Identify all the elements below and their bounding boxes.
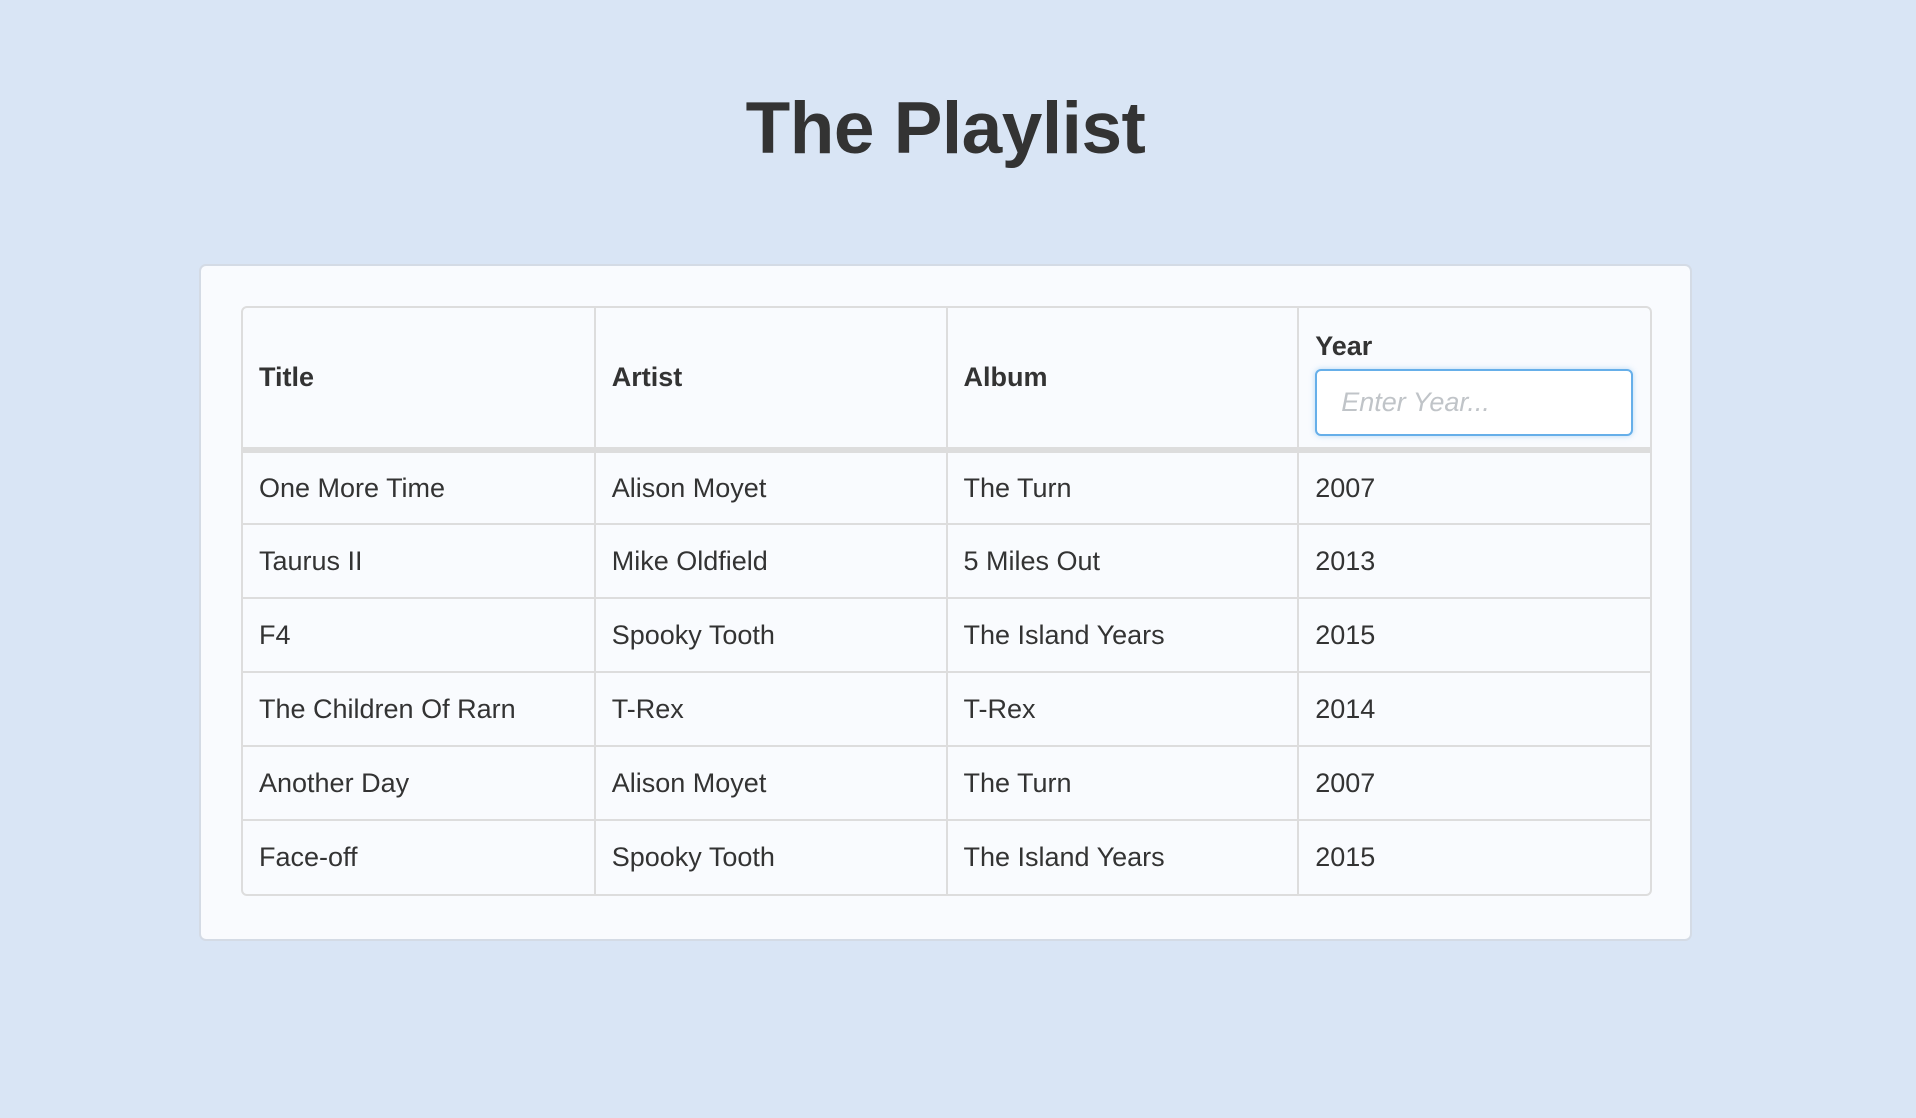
cell-artist: Spooky Tooth bbox=[594, 597, 948, 672]
column-header-year: Year bbox=[1315, 331, 1373, 361]
header-row: Title Artist Album Year bbox=[243, 308, 1650, 453]
cell-artist: Mike Oldfield bbox=[594, 523, 948, 598]
table-header: Title Artist Album Year bbox=[243, 308, 1650, 453]
table-body: One More Time Alison Moyet The Turn 2007… bbox=[243, 450, 1650, 894]
year-filter-input[interactable] bbox=[1315, 369, 1634, 436]
playlist-table-container: Title Artist Album Year One More Time Al… bbox=[241, 306, 1652, 896]
cell-year: 2013 bbox=[1298, 523, 1650, 598]
cell-year: 2014 bbox=[1298, 671, 1650, 746]
column-header-title: Title bbox=[243, 308, 596, 453]
cell-artist: Spooky Tooth bbox=[594, 819, 948, 894]
cell-title: Taurus II bbox=[243, 523, 596, 598]
cell-album: 5 Miles Out bbox=[946, 523, 1300, 598]
cell-year: 2015 bbox=[1298, 597, 1650, 672]
cell-album: T-Rex bbox=[946, 671, 1300, 746]
cell-title: The Children Of Rarn bbox=[243, 671, 596, 746]
table-row: Face-off Spooky Tooth The Island Years 2… bbox=[243, 819, 1650, 894]
playlist-table: Title Artist Album Year One More Time Al… bbox=[243, 308, 1650, 894]
cell-year: 2007 bbox=[1315, 472, 1376, 503]
column-header-album: Album bbox=[946, 308, 1300, 453]
cell-artist: Alison Moyet bbox=[594, 450, 948, 524]
cell-album: The Turn bbox=[946, 745, 1300, 820]
cell-year: 2015 bbox=[1298, 819, 1650, 894]
cell-album: The Island Years bbox=[946, 819, 1300, 894]
table-row: F4 Spooky Tooth The Island Years 2015 bbox=[243, 597, 1650, 672]
page-title: The Playlist bbox=[745, 88, 1146, 169]
column-header-year-cell: Year bbox=[1298, 308, 1650, 453]
cell-artist: Alison Moyet bbox=[594, 745, 948, 820]
playlist-panel: Title Artist Album Year One More Time Al… bbox=[199, 264, 1692, 941]
table-row: Another Day Alison Moyet The Turn 2007 bbox=[243, 745, 1650, 820]
cell-album: The Turn bbox=[946, 450, 1300, 524]
cell-title: Face-off bbox=[243, 819, 596, 894]
cell-title: Another Day bbox=[243, 745, 596, 820]
table-row: The Children Of Rarn T-Rex T-Rex 2014 bbox=[243, 671, 1650, 746]
cell-album: The Island Years bbox=[946, 597, 1300, 672]
cell-title: One More Time bbox=[243, 450, 596, 524]
table-row: Taurus II Mike Oldfield 5 Miles Out 2013 bbox=[243, 523, 1650, 598]
cell-artist: T-Rex bbox=[594, 671, 948, 746]
table-row: One More Time Alison Moyet The Turn 2007 bbox=[243, 450, 1650, 524]
cell-year: 2007 bbox=[1298, 745, 1650, 820]
column-header-artist: Artist bbox=[594, 308, 948, 453]
cell-title: F4 bbox=[243, 597, 596, 672]
